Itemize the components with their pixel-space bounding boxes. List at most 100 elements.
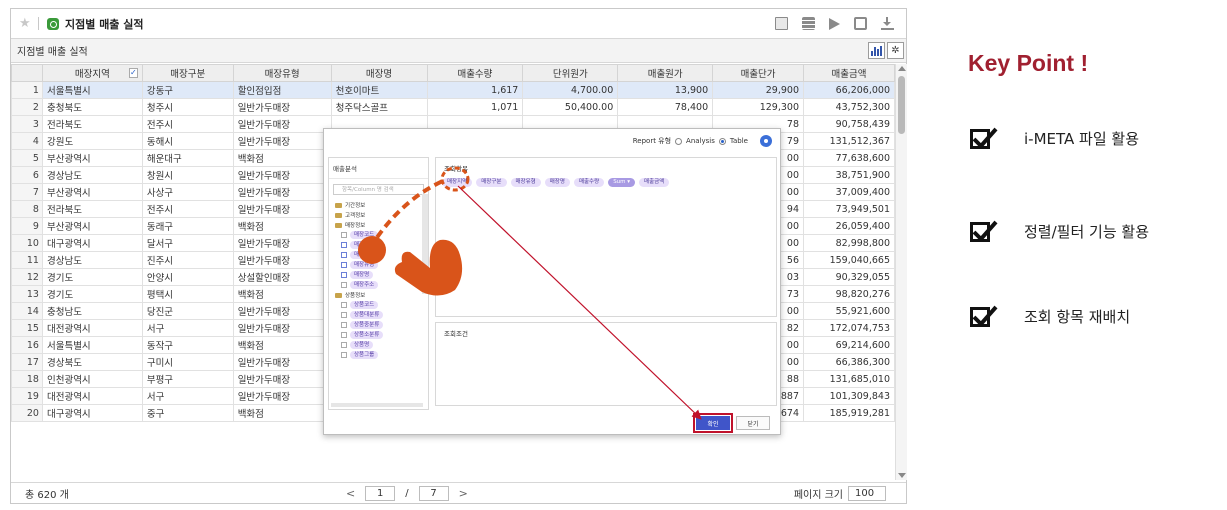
- favorite-star-icon[interactable]: ★: [19, 16, 33, 31]
- field-checkbox[interactable]: [341, 282, 347, 288]
- tree-folder[interactable]: 매장정보: [329, 220, 428, 230]
- field-checkbox[interactable]: [341, 342, 347, 348]
- conditions-pane[interactable]: 조회조건: [435, 322, 777, 406]
- table-cell: 66,206,000: [803, 81, 895, 99]
- tree-field-item[interactable]: 상품대분류: [329, 310, 428, 320]
- close-button[interactable]: 닫기: [736, 416, 770, 430]
- selected-item-chip[interactable]: 매장구분: [476, 178, 507, 187]
- field-chip[interactable]: 상품중분류: [350, 321, 384, 329]
- table-row[interactable]: 1 서울특별시 강동구 할인점입점 천호이마트 1,617 4,700.00 13,900 29…: [11, 81, 895, 99]
- field-chip[interactable]: 매장명: [350, 271, 374, 279]
- page-input[interactable]: 1: [365, 486, 396, 501]
- row-number: 1: [11, 81, 43, 99]
- field-checkbox[interactable]: [341, 242, 347, 248]
- field-checkbox[interactable]: [341, 262, 347, 268]
- settings-button[interactable]: ✲: [887, 42, 904, 59]
- field-checkbox[interactable]: [341, 332, 347, 338]
- column-header[interactable]: 매장유형: [232, 64, 332, 82]
- table-row[interactable]: 2 충청북도 청주시 일반가두매장 청주닥스골프 1,071 50,400.00 78,400…: [11, 98, 895, 116]
- column-header[interactable]: 매출금액: [803, 64, 895, 82]
- column-header[interactable]: 매출단가: [712, 64, 804, 82]
- prev-page-icon[interactable]: <: [346, 487, 355, 500]
- selected-item-chip[interactable]: 매장지역: [442, 178, 473, 187]
- field-chip[interactable]: 매장지역: [350, 241, 379, 249]
- database-icon[interactable]: [802, 17, 815, 30]
- column-header[interactable]: 단위원가: [522, 64, 619, 82]
- tree-field-item[interactable]: 매장주소: [329, 280, 428, 290]
- table-cell: 백화점: [232, 404, 332, 422]
- run-icon[interactable]: [829, 17, 840, 30]
- tree-field-item[interactable]: 매장지역: [329, 240, 428, 250]
- scroll-down-icon[interactable]: [898, 473, 906, 478]
- field-checkbox[interactable]: [341, 252, 347, 258]
- table-cell: 82,998,800: [803, 234, 895, 252]
- field-checkbox[interactable]: [341, 232, 347, 238]
- field-checkbox[interactable]: [341, 352, 347, 358]
- column-header[interactable]: 매장명: [330, 64, 428, 82]
- tree-horizontal-scrollbar[interactable]: [331, 403, 423, 407]
- table-cell: 일반가두매장: [232, 183, 332, 201]
- selected-item-chip[interactable]: 매출수량: [573, 178, 605, 187]
- tree-folder[interactable]: 고객정보: [329, 210, 428, 220]
- tree-field-item[interactable]: 매장유형: [329, 260, 428, 270]
- tree-field-item[interactable]: 상품중분류: [329, 320, 428, 330]
- selected-item-chip[interactable]: 매장유형: [510, 178, 541, 187]
- total-count: 총 620 개: [25, 490, 69, 501]
- tree-field-item[interactable]: 매장코드: [329, 230, 428, 240]
- field-chip[interactable]: 매장구분: [350, 251, 379, 259]
- grid-vertical-scrollbar[interactable]: [895, 64, 907, 480]
- table-cell: 진주시: [141, 251, 234, 269]
- field-chip[interactable]: 상품코드: [350, 301, 379, 309]
- tree-field-item[interactable]: 매장구분: [329, 250, 428, 260]
- tree-folder[interactable]: 기간정보: [329, 200, 428, 210]
- selected-item-chip[interactable]: Sum ▾: [608, 178, 636, 187]
- field-chip[interactable]: 상품대분류: [350, 311, 384, 319]
- table-cell: 충청북도: [41, 98, 143, 116]
- download-icon[interactable]: [881, 17, 894, 30]
- field-checkbox[interactable]: [341, 322, 347, 328]
- scroll-thumb[interactable]: [898, 76, 905, 134]
- next-page-icon[interactable]: >: [459, 487, 468, 500]
- chart-view-button[interactable]: [868, 42, 885, 59]
- field-chip[interactable]: 상품명: [350, 341, 374, 349]
- field-chip[interactable]: 상품소분류: [350, 331, 384, 339]
- tree-field-item[interactable]: 상품소분류: [329, 330, 428, 340]
- column-header[interactable]: 매출원가: [617, 64, 714, 82]
- field-checkbox[interactable]: [341, 302, 347, 308]
- table-radio[interactable]: [718, 137, 726, 145]
- selected-item-chip[interactable]: 매출금액: [639, 178, 670, 187]
- tree-field-item[interactable]: 상품코드: [329, 300, 428, 310]
- report-file-icon[interactable]: [775, 17, 788, 30]
- tree-field-item[interactable]: 상품그룹: [329, 350, 428, 360]
- field-checkbox[interactable]: [341, 312, 347, 318]
- table-cell: 일반가두매장: [232, 234, 332, 252]
- scroll-up-icon[interactable]: [898, 66, 906, 71]
- column-header[interactable]: 매장구분: [141, 64, 234, 82]
- tree-field-item[interactable]: 상품명: [329, 340, 428, 350]
- select-items-pane[interactable]: 조회항목 매장지역 매장구분 매장유형 매장명 매출수량 Sum ▾ 매출금액: [435, 157, 777, 317]
- page-size-control: 페이지 크기 100: [794, 486, 906, 501]
- selected-item-chip[interactable]: 매장명: [544, 178, 570, 187]
- field-chip[interactable]: 상품그룹: [350, 351, 379, 359]
- row-number: 4: [11, 132, 43, 150]
- table-cell: 강동구: [141, 81, 234, 99]
- field-chip[interactable]: 매장코드: [350, 231, 379, 239]
- field-checkbox[interactable]: [341, 272, 347, 278]
- folder-icon: [335, 222, 342, 228]
- analysis-radio[interactable]: [675, 137, 683, 145]
- table-cell: 일반가두매장: [232, 302, 332, 320]
- save-icon[interactable]: [854, 17, 867, 30]
- tree-scrollbar[interactable]: [422, 194, 428, 294]
- column-header[interactable]: 매출수량: [426, 64, 524, 82]
- tree-field-item[interactable]: 매장명: [329, 270, 428, 280]
- field-search-input[interactable]: 항목/Column 명 검색: [333, 184, 424, 195]
- dialog-settings-icon[interactable]: [760, 135, 772, 147]
- filter-icon[interactable]: ✓: [128, 68, 138, 78]
- panel-tools: ✲: [868, 42, 906, 59]
- tree-folder[interactable]: 상품정보: [329, 290, 428, 300]
- page-size-input[interactable]: 100: [848, 486, 886, 501]
- ok-button[interactable]: 확인: [693, 413, 733, 433]
- field-chip[interactable]: 매장유형: [350, 261, 379, 269]
- field-chip[interactable]: 매장주소: [350, 281, 379, 289]
- column-header[interactable]: 매장지역 ✓: [41, 64, 143, 82]
